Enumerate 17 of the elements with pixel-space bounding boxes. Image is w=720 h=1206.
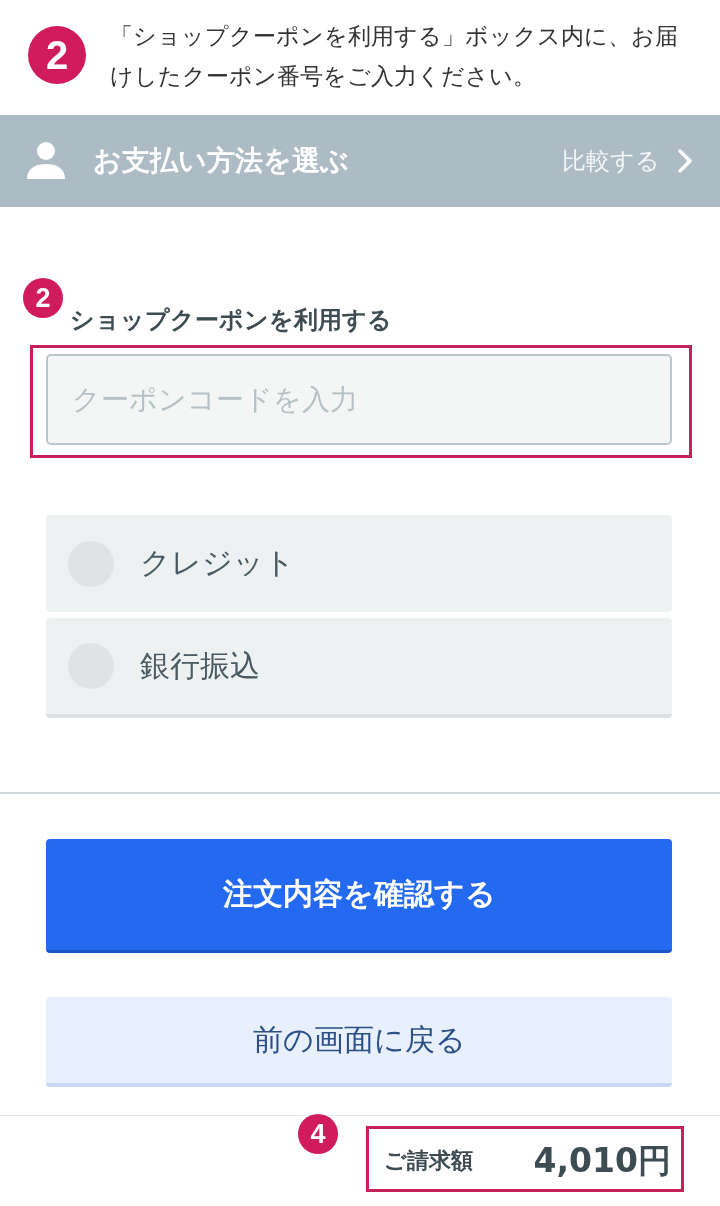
total-label: ご請求額 [384,1147,473,1175]
person-icon [26,141,66,181]
coupon-code-field[interactable]: クーポンコードを入力 [46,354,672,445]
instruction-text: 「ショップクーポンを利用する」ボックス内に、お届けしたクーポン番号をご入力ください。 [110,21,679,92]
payment-option[interactable]: クレジット [46,515,672,612]
option-label: 銀行振込 [140,646,260,685]
chevron-right-icon [678,149,692,173]
back-button[interactable]: 前の画面に戻る [46,997,672,1087]
section-title: お支払い方法を選ぶ [93,143,350,179]
confirm-order-button[interactable]: 注文内容を確認する [46,839,672,953]
payment-option[interactable]: 銀行振込 [46,618,672,718]
step-number-badge: 2 [28,26,86,84]
step-number-badge: 4 [298,1114,338,1154]
option-label: クレジット [140,544,295,582]
coupon-label: ショップクーポンを利用する [70,306,392,334]
step-number-badge: 2 [23,278,63,318]
total-amount: 4,010円 [533,1139,671,1182]
